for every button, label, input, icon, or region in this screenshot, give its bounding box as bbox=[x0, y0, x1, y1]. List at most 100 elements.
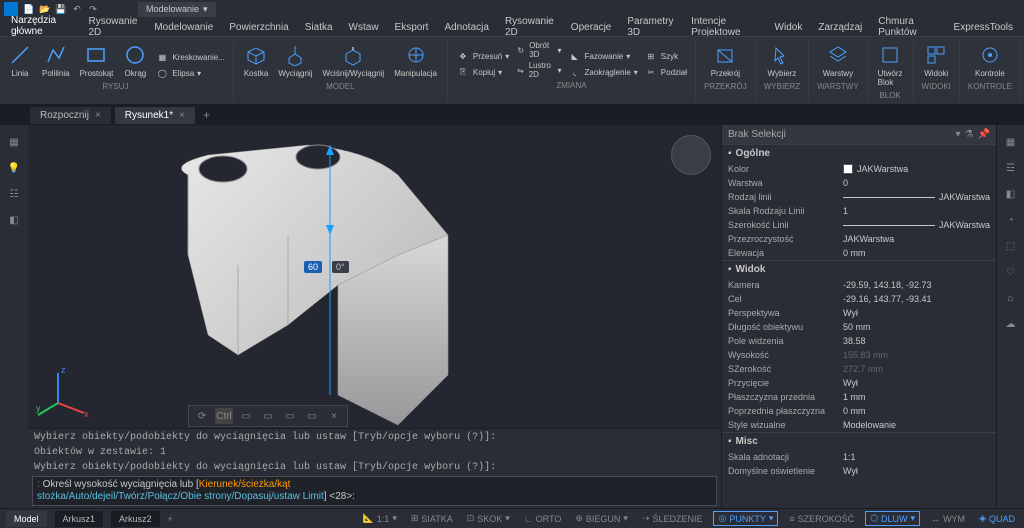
menu-annotation[interactable]: Adnotacja bbox=[441, 20, 491, 35]
layout-tab-sheet2[interactable]: Arkusz2 bbox=[111, 511, 160, 527]
command-input[interactable]: : Określ wysokość wyciągnięcia lub [Kier… bbox=[32, 476, 717, 506]
props-value[interactable]: 50 mm bbox=[843, 322, 990, 332]
props-value[interactable]: Wył bbox=[843, 378, 990, 388]
panel-icon-2[interactable]: ☲ bbox=[1002, 159, 1020, 177]
status-lineweight[interactable]: ≡ SZEROKOŚĆ bbox=[786, 512, 857, 526]
rotate3d-button[interactable]: ↻Obrót 3D ▾ bbox=[515, 41, 561, 59]
props-value[interactable]: Wył bbox=[843, 308, 990, 318]
split-button[interactable]: ✂Podział bbox=[644, 65, 687, 79]
props-value[interactable]: Wył bbox=[843, 466, 990, 476]
status-polar[interactable]: ⊕ BIEGUN ▾ bbox=[572, 511, 631, 526]
ellipse-button[interactable]: ◯Elipsa ▾ bbox=[155, 66, 224, 80]
props-value[interactable]: 1:1 bbox=[843, 452, 990, 462]
presspull-button[interactable]: Wciśnij/Wyciągnij bbox=[320, 41, 386, 80]
solid-icon[interactable]: ◧ bbox=[5, 211, 23, 229]
panel-icon-4[interactable]: ◔ bbox=[1002, 211, 1020, 229]
color-swatch[interactable] bbox=[843, 164, 853, 174]
cmd-close-icon[interactable]: × bbox=[325, 408, 343, 424]
chevron-down-icon[interactable]: ▾ bbox=[956, 129, 961, 140]
ucs-gizmo[interactable]: z x y bbox=[36, 365, 91, 420]
status-ducs[interactable]: ⬡ DLUW ▾ bbox=[865, 511, 920, 526]
status-otrack[interactable]: ⇢ ŚLEDZENIE bbox=[639, 511, 706, 526]
menu-surface[interactable]: Powierzchnia bbox=[226, 20, 291, 35]
status-dim[interactable]: ↔ WYM bbox=[928, 512, 968, 526]
chamfer-button[interactable]: ◣Fazowanie ▾ bbox=[568, 49, 638, 63]
array-button[interactable]: ⊞Szyk bbox=[644, 49, 687, 63]
panel-icon-1[interactable]: ▦ bbox=[1002, 133, 1020, 151]
status-osnap[interactable]: ◎ PUNKTY ▾ bbox=[713, 511, 778, 526]
menu-mesh[interactable]: Siatka bbox=[302, 20, 336, 35]
props-value[interactable]: 0 mm bbox=[843, 248, 990, 258]
dimension-value-badge[interactable]: 60 bbox=[304, 261, 322, 273]
menu-view[interactable]: Widok bbox=[772, 20, 806, 35]
controls-button[interactable]: Kontrole bbox=[973, 41, 1007, 80]
panel-icon-8[interactable]: ☁ bbox=[1002, 315, 1020, 333]
props-value[interactable]: JAKWarstwa bbox=[843, 234, 990, 244]
status-ortho[interactable]: ∟ ORTO bbox=[521, 512, 565, 526]
panel-icon-5[interactable]: ⬚ bbox=[1002, 237, 1020, 255]
menu-manage[interactable]: Zarządzaj bbox=[815, 20, 865, 35]
props-value[interactable]: -29.16, 143.77, -93.41 bbox=[843, 294, 990, 304]
layout-tab-model[interactable]: Model bbox=[6, 511, 47, 527]
props-value[interactable]: 38.58 bbox=[843, 336, 990, 346]
circle-button[interactable]: Okrąg bbox=[121, 41, 149, 80]
select-button[interactable]: Wybierz bbox=[766, 41, 799, 80]
mirror2d-button[interactable]: ⇋Lustro 2D ▾ bbox=[515, 61, 561, 79]
props-value[interactable]: 0 mm bbox=[843, 406, 990, 416]
close-icon[interactable]: × bbox=[95, 110, 101, 121]
views-button[interactable]: Widoki bbox=[922, 41, 950, 80]
menu-modeling[interactable]: Modelowanie bbox=[151, 20, 216, 35]
status-quad[interactable]: ◈ QUAD bbox=[976, 511, 1018, 526]
menu-expresstools[interactable]: ExpressTools bbox=[951, 20, 1016, 35]
section-button[interactable]: Przekrój bbox=[709, 41, 742, 80]
cmd-opt2-icon[interactable]: ▭ bbox=[259, 408, 277, 424]
polyline-button[interactable]: Polilinia bbox=[40, 41, 72, 80]
close-icon[interactable]: × bbox=[179, 110, 185, 121]
menu-insert[interactable]: Wstaw bbox=[346, 20, 382, 35]
filter-icon[interactable]: ⚗ bbox=[965, 129, 974, 140]
props-section-misc[interactable]: ▪ Misc bbox=[722, 433, 996, 450]
create-block-button[interactable]: Utwórz Blok bbox=[876, 41, 905, 89]
pin-icon[interactable]: 📌 bbox=[978, 129, 990, 140]
box-button[interactable]: Kostka bbox=[242, 41, 270, 80]
cmd-opt1-icon[interactable]: ▭ bbox=[237, 408, 255, 424]
add-layout-button[interactable]: + bbox=[168, 514, 173, 524]
cmd-history-icon[interactable]: ⟳ bbox=[193, 408, 211, 424]
props-value[interactable]: Modelowanie bbox=[843, 420, 990, 430]
tab-start[interactable]: Rozpocznij × bbox=[30, 107, 111, 124]
cmd-opt4-icon[interactable]: ▭ bbox=[303, 408, 321, 424]
rectangle-button[interactable]: Prostokąt bbox=[78, 41, 116, 80]
viewport[interactable]: 60 0° z x y bbox=[28, 125, 721, 428]
menu-export[interactable]: Eksport bbox=[392, 20, 432, 35]
hatch-button[interactable]: ▦Kreskowanie... bbox=[155, 50, 224, 64]
layers-panel-icon[interactable]: ▦ bbox=[5, 133, 23, 151]
view-cube[interactable] bbox=[671, 135, 711, 175]
new-tab-button[interactable]: + bbox=[199, 108, 214, 122]
menu-operations[interactable]: Operacje bbox=[568, 20, 615, 35]
manipulate-button[interactable]: Manipulacja bbox=[392, 41, 439, 80]
layout-tab-sheet1[interactable]: Arkusz1 bbox=[55, 511, 104, 527]
status-snap[interactable]: ⊡ SKOK ▾ bbox=[464, 511, 513, 526]
fillet-button[interactable]: ◟Zaokrąglenie ▾ bbox=[568, 65, 638, 79]
panel-icon-6[interactable]: ♡ bbox=[1002, 263, 1020, 281]
tab-drawing1[interactable]: Rysunek1* × bbox=[115, 107, 195, 124]
structure-icon[interactable]: ☷ bbox=[5, 185, 23, 203]
status-grid[interactable]: ⊞ SIATKA bbox=[408, 511, 456, 526]
status-scale[interactable]: 📐 1:1 ▾ bbox=[360, 511, 400, 526]
props-value[interactable]: 1 bbox=[843, 206, 990, 216]
panel-icon-7[interactable]: ⌂ bbox=[1002, 289, 1020, 307]
workspace-dropdown[interactable]: Modelowanie ▾ bbox=[138, 2, 216, 17]
props-value[interactable]: -29.59, 143.18, -92.73 bbox=[843, 280, 990, 290]
extrude-button[interactable]: Wyciągnij bbox=[276, 41, 314, 80]
tips-icon[interactable]: 💡 bbox=[5, 159, 23, 177]
line-button[interactable]: Linia bbox=[6, 41, 34, 80]
props-value[interactable]: 1 mm bbox=[843, 392, 990, 402]
layers-button[interactable]: Warstwy bbox=[821, 41, 855, 80]
props-section-general[interactable]: ▪ Ogólne bbox=[722, 145, 996, 162]
move-button[interactable]: ✥Przesuń ▾ bbox=[456, 49, 509, 63]
panel-icon-3[interactable]: ◧ bbox=[1002, 185, 1020, 203]
copy-button[interactable]: ⎘Kopiuj ▾ bbox=[456, 65, 509, 79]
cmd-opt3-icon[interactable]: ▭ bbox=[281, 408, 299, 424]
props-value[interactable]: 0 bbox=[843, 178, 990, 188]
props-section-view[interactable]: ▪ Widok bbox=[722, 261, 996, 278]
